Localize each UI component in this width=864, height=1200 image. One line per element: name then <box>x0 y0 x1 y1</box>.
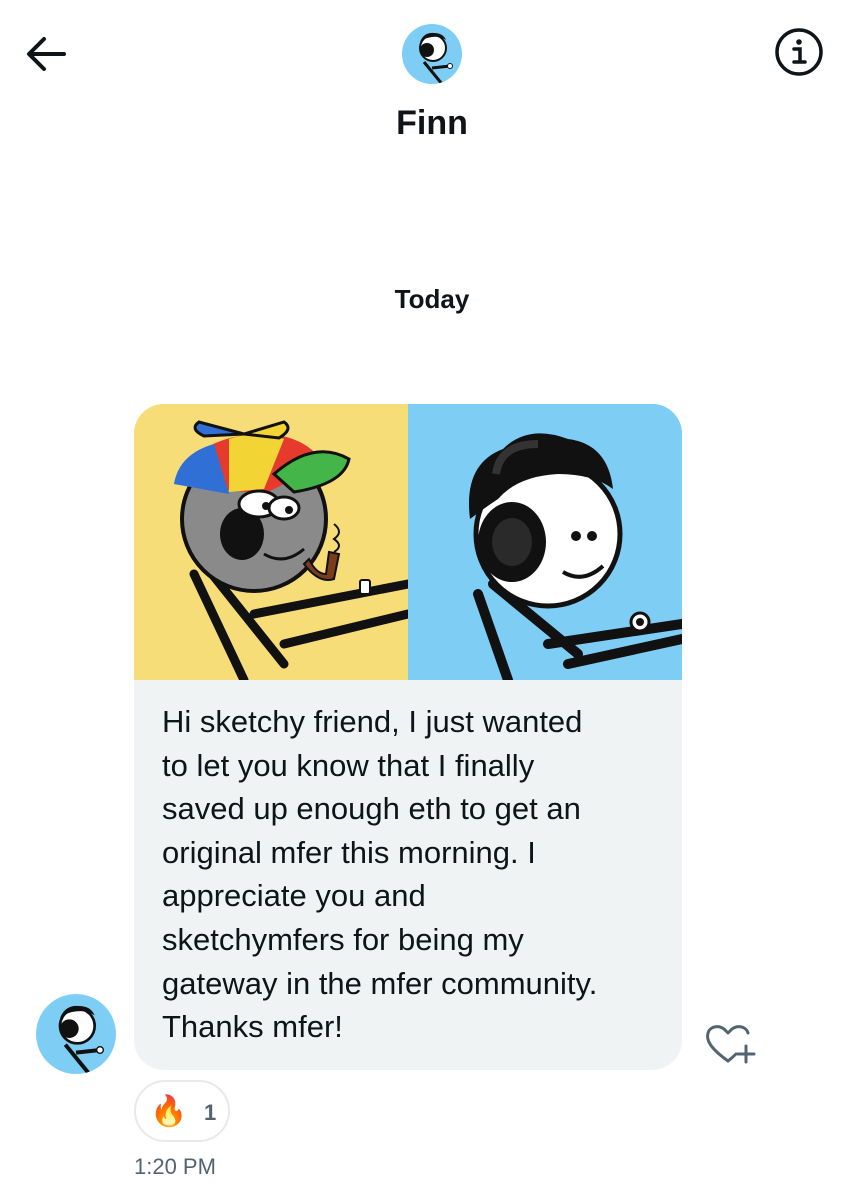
arrow-left-icon <box>27 37 66 71</box>
reaction-count: 1 <box>204 1100 217 1125</box>
back-button[interactable] <box>22 30 70 78</box>
fire-emoji: 🔥 <box>150 1095 188 1128</box>
date-separator: Today <box>394 284 470 314</box>
contact-name: Finn <box>396 104 468 142</box>
sender-avatar[interactable] <box>36 994 116 1074</box>
message-timestamp: 1:20 PM <box>134 1154 216 1179</box>
info-icon <box>775 28 823 76</box>
propeller-cap-character-illustration <box>134 404 408 680</box>
message-text: Hi sketchy friend, I just wanted to let … <box>162 704 598 1045</box>
message-image[interactable] <box>134 404 682 680</box>
avatar <box>402 24 462 84</box>
avatar <box>36 994 116 1074</box>
image-panel-left <box>134 404 408 680</box>
info-button[interactable] <box>774 27 824 77</box>
image-panel-right <box>408 404 682 680</box>
reaction-badge[interactable]: 🔥 1 <box>134 1080 230 1142</box>
headphones-character-illustration <box>408 404 682 680</box>
message-bubble[interactable]: Hi sketchy friend, I just wanted to let … <box>134 404 682 1070</box>
add-reaction-button[interactable] <box>700 1020 756 1068</box>
contact-avatar[interactable] <box>402 24 462 84</box>
heart-plus-icon <box>706 1025 756 1064</box>
